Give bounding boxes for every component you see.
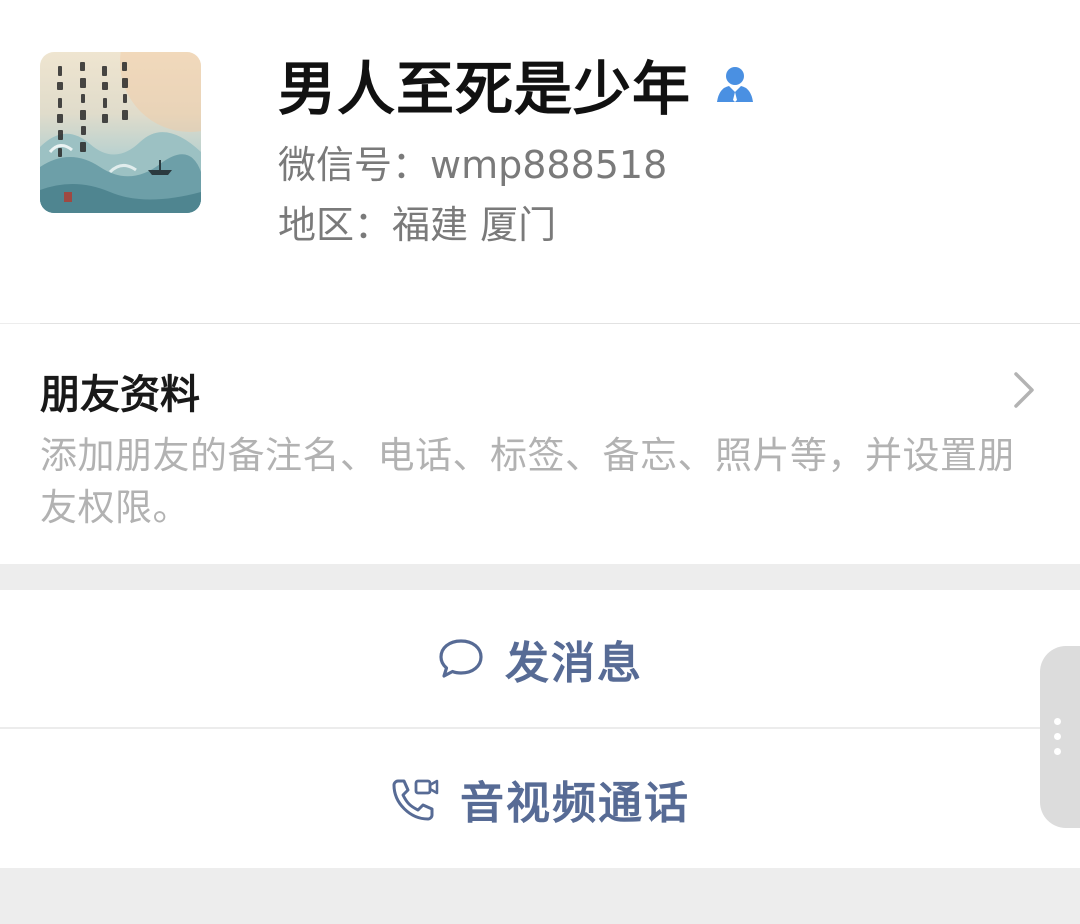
more-vertical-icon	[1054, 718, 1062, 763]
profile-header: 男人至死是少年 微信号：wmp888518 地区：福建 厦门	[0, 0, 1080, 323]
contact-person-icon	[713, 62, 757, 106]
ink-painting-avatar-icon	[40, 52, 201, 213]
chevron-right-icon	[1014, 372, 1034, 408]
nickname: 男人至死是少年	[278, 55, 692, 123]
phone-video-icon	[390, 775, 440, 823]
friend-profile-description: 添加朋友的备注名、电话、标签、备忘、照片等，并设置朋友权限。	[40, 434, 1015, 529]
wechat-id: 微信号：wmp888518	[278, 143, 668, 187]
send-message-label: 发消息	[505, 637, 643, 689]
region: 地区：福建 厦门	[278, 203, 557, 247]
avatar[interactable]	[40, 52, 201, 213]
audio-video-call-label: 音视频通话	[460, 777, 690, 829]
send-message-button[interactable]: 发消息	[0, 590, 1080, 727]
chat-bubble-icon	[437, 637, 485, 681]
nickname-row: 男人至死是少年	[278, 44, 757, 124]
friend-profile-title: 朋友资料	[40, 372, 200, 418]
friend-profile-section[interactable]: 朋友资料 添加朋友的备注名、电话、标签、备忘、照片等，并设置朋友权限。	[0, 324, 1080, 564]
audio-video-call-button[interactable]: 音视频通话	[0, 729, 1080, 868]
floating-window-handle[interactable]	[1040, 646, 1080, 828]
